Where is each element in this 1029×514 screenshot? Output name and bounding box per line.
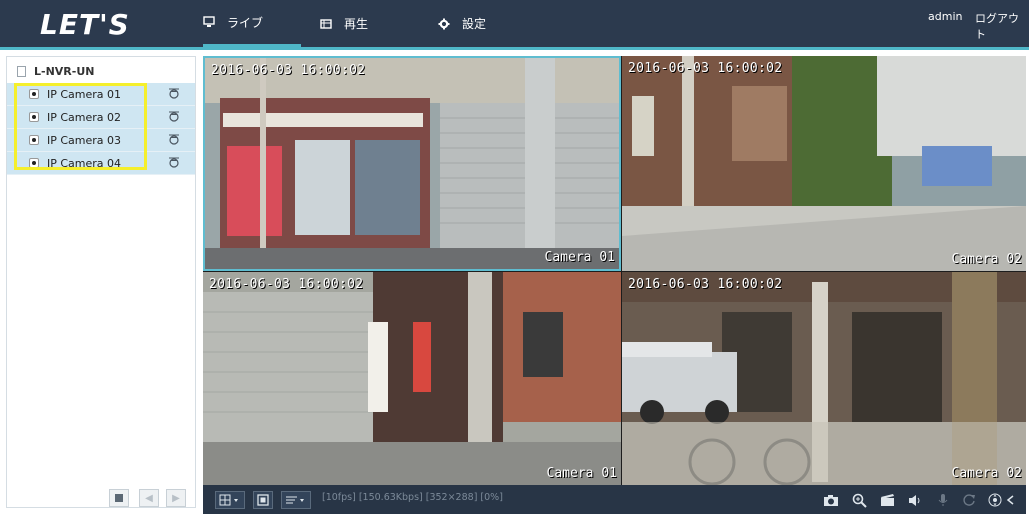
logout-link[interactable]: ログアウト	[975, 10, 1029, 42]
monitor-icon	[203, 16, 215, 28]
camera-icon	[29, 135, 39, 145]
osd-camera-name: Camera 02	[951, 252, 1022, 267]
device-node[interactable]: L-NVR-UN	[17, 65, 94, 78]
stream-toggle-icon[interactable]	[167, 156, 181, 172]
camera-icon	[29, 89, 39, 99]
device-name: L-NVR-UN	[34, 65, 95, 78]
microphone-button[interactable]	[933, 490, 953, 510]
stream-status-text: [10fps] [150.63Kbps] [352×288] [0%]	[322, 492, 503, 503]
osd-timestamp: 2016-06-03 16:00:02	[628, 61, 783, 76]
fullscreen-icon	[257, 494, 269, 506]
app-logo: LET'S	[40, 8, 130, 41]
camera-list: IP Camera 01 IP Camera 02 IP Camera 03 I…	[7, 83, 195, 175]
snapshot-button[interactable]	[821, 490, 841, 510]
stream-toggle-icon[interactable]	[167, 87, 181, 103]
tab-playback-label: 再生	[344, 17, 369, 31]
tab-playback[interactable]: 再生	[320, 0, 368, 47]
stream-type-icon	[286, 496, 304, 504]
speaker-icon	[908, 494, 919, 506]
video-tile[interactable]: 2016-06-03 16:00:02 Camera 02	[622, 272, 1026, 485]
tab-settings-label: 設定	[462, 17, 487, 31]
camera-label: IP Camera 04	[47, 156, 122, 170]
prev-page-button[interactable]: ◀	[139, 489, 159, 507]
video-tile[interactable]: 2016-06-03 16:00:02 Camera 01	[203, 56, 621, 271]
layout-select-button[interactable]	[215, 491, 245, 509]
playback-icon	[320, 18, 332, 30]
record-clip-button[interactable]	[877, 490, 897, 510]
stop-all-button[interactable]	[109, 489, 129, 507]
clapperboard-icon	[880, 494, 894, 506]
tab-live-label: ライブ	[227, 15, 264, 30]
camera-label: IP Camera 02	[47, 110, 122, 124]
camera-snapshot-icon	[824, 494, 838, 506]
osd-camera-name: Camera 01	[546, 466, 617, 481]
camera-feed-image	[203, 272, 621, 485]
camera-item[interactable]: IP Camera 02	[7, 106, 195, 129]
osd-camera-name: Camera 02	[951, 466, 1022, 481]
player-toolbar: [10fps] [150.63Kbps] [352×288] [0%]	[203, 485, 1026, 514]
refresh-button[interactable]	[959, 490, 979, 510]
camera-icon	[29, 158, 39, 168]
stop-icon	[115, 494, 123, 502]
ptz-panel-button[interactable]	[985, 490, 1019, 510]
live-view-grid: 2016-06-03 16:00:02 Camera 01 2016-06-03…	[203, 56, 1026, 485]
username-label: admin	[928, 10, 963, 23]
zoom-icon	[852, 493, 867, 508]
digital-zoom-button[interactable]	[849, 490, 869, 510]
osd-camera-name: Camera 01	[544, 250, 615, 265]
tab-settings[interactable]: 設定	[438, 0, 486, 47]
gear-icon	[438, 18, 450, 30]
osd-timestamp: 2016-06-03 16:00:02	[628, 277, 783, 292]
arrow-right-icon: ▶	[172, 492, 180, 504]
stream-toggle-icon[interactable]	[167, 133, 181, 149]
camera-item[interactable]: IP Camera 04	[7, 152, 195, 175]
tab-live[interactable]: ライブ	[203, 0, 301, 47]
camera-feed-image	[205, 58, 619, 269]
video-tile[interactable]: 2016-06-03 16:00:02 Camera 01	[203, 272, 621, 485]
camera-item[interactable]: IP Camera 03	[7, 129, 195, 152]
next-page-button[interactable]: ▶	[166, 489, 186, 507]
ptz-control-icon	[988, 493, 1014, 507]
camera-label: IP Camera 01	[47, 87, 122, 101]
camera-feed-image	[622, 56, 1026, 271]
microphone-icon	[938, 494, 948, 506]
camera-icon	[29, 112, 39, 122]
arrow-left-icon: ◀	[145, 492, 153, 504]
fullscreen-button[interactable]	[253, 491, 273, 509]
audio-button[interactable]	[905, 490, 925, 510]
camera-label: IP Camera 03	[47, 133, 122, 147]
top-header: LET'S ライブ 再生 設定 admin ログアウト	[0, 0, 1029, 50]
osd-timestamp: 2016-06-03 16:00:02	[211, 63, 366, 78]
device-tree-panel: L-NVR-UN IP Camera 01 IP Camera 02 IP Ca…	[6, 56, 196, 508]
camera-feed-image	[622, 272, 1026, 485]
nvr-device-icon	[17, 66, 26, 77]
stream-toggle-icon[interactable]	[167, 110, 181, 126]
grid-layout-icon	[219, 494, 238, 506]
osd-timestamp: 2016-06-03 16:00:02	[209, 277, 364, 292]
stream-type-button[interactable]	[281, 491, 311, 509]
camera-item[interactable]: IP Camera 01	[7, 83, 195, 106]
refresh-icon	[963, 494, 975, 506]
video-tile[interactable]: 2016-06-03 16:00:02 Camera 02	[622, 56, 1026, 271]
